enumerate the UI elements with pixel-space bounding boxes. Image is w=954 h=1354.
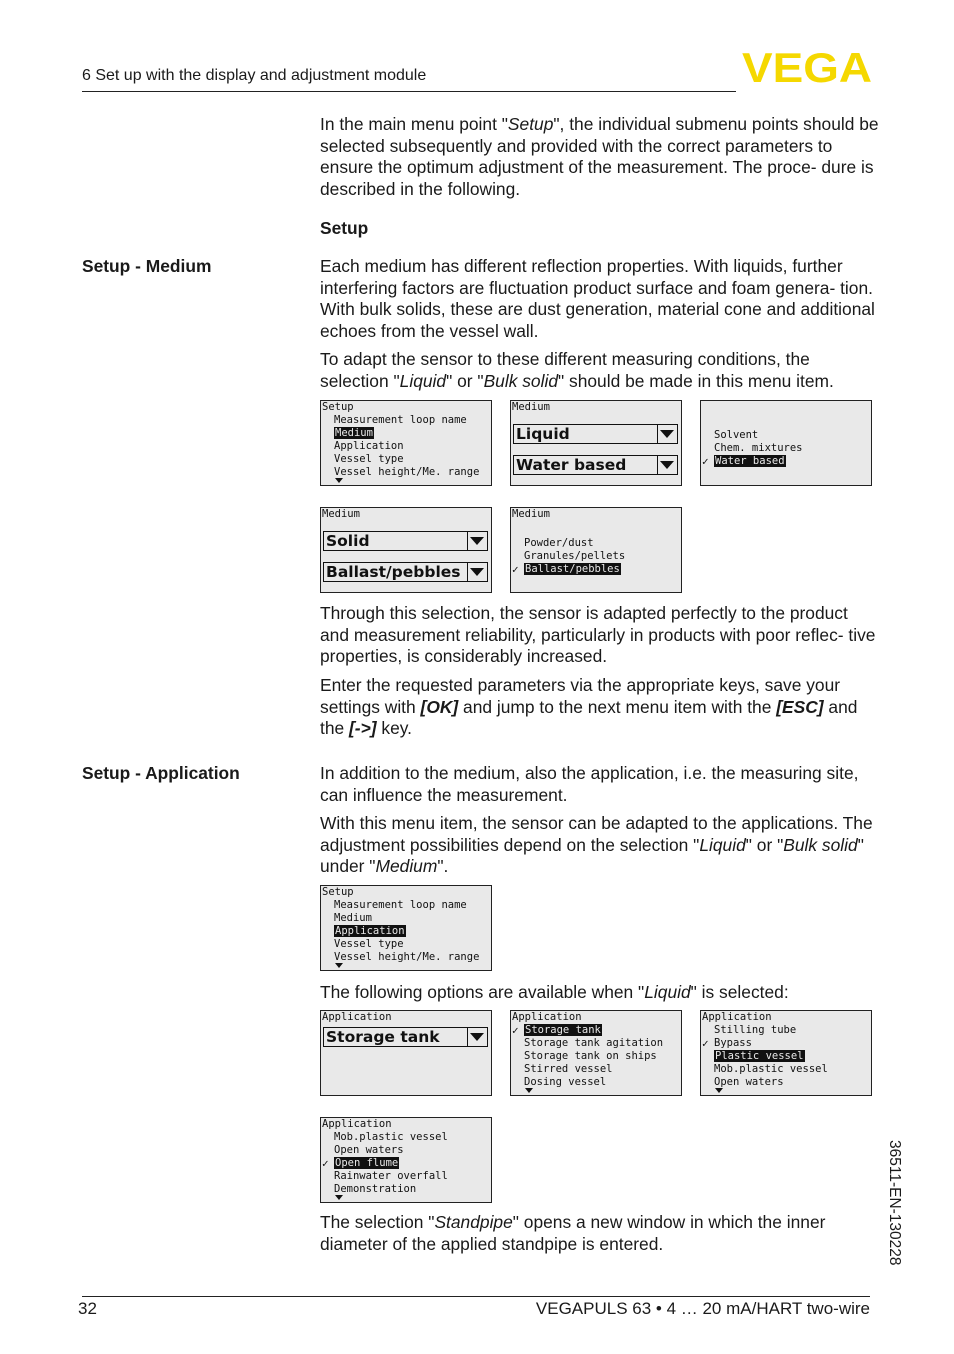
lcd-title: Application: [322, 1011, 392, 1023]
lcd-menu-item: Granules/pellets: [524, 550, 626, 562]
medium-paragraph-3: Through this selection, the sensor is ad…: [320, 603, 876, 667]
lcd-menu-item: Medium: [334, 912, 372, 924]
lcd-select-medium-subtype: Water based: [513, 455, 678, 475]
side-label-setup-medium: Setup - Medium: [82, 256, 212, 276]
product-name: VEGAPULS 63 • 4 … 20 mA/HART two-wire: [535, 1299, 870, 1318]
application-paragraph-3: The following options are available when…: [320, 982, 789, 1002]
lcd-title: Setup: [322, 886, 354, 898]
lcd-select-application: Storage tank: [323, 1027, 488, 1047]
logo-text: VEGA: [742, 49, 872, 85]
running-header: 6 Set up with the display and adjustment…: [82, 67, 427, 84]
header-divider: [82, 91, 736, 92]
lcd-application-field: Application Storage tank: [320, 1010, 492, 1096]
lcd-menu-item-selected: Application: [334, 925, 406, 937]
lcd-medium-solid: Medium Solid Ballast/pebbles: [320, 507, 492, 593]
lcd-title: Application: [512, 1011, 582, 1023]
lcd-menu-item: Storage tank on ships: [524, 1050, 657, 1062]
lcd-menu-item: Bypass: [714, 1037, 752, 1049]
side-label-setup-application: Setup - Application: [82, 763, 240, 783]
lcd-menu-item-selected: Ballast/pebbles: [524, 563, 621, 575]
lcd-menu-item: Mob.plastic vessel: [714, 1063, 828, 1075]
lcd-menu-item: Demonstration: [334, 1183, 417, 1195]
application-paragraph-4: The selection "Standpipe" opens a new wi…: [320, 1212, 826, 1254]
scroll-down-icon: [335, 1195, 343, 1200]
lcd-menu-item: Application: [334, 440, 404, 452]
lcd-menu-item: Stilling tube: [714, 1024, 797, 1036]
lcd-menu-item-selected: Water based: [714, 455, 786, 467]
lcd-application-list-2: Application Stilling tube ✓ Bypass Plast…: [700, 1010, 872, 1096]
lcd-menu-item: Measurement loop name: [334, 899, 467, 911]
lcd-menu-item-selected: Open flume: [334, 1157, 400, 1169]
checkmark-icon: ✓: [702, 1037, 709, 1050]
lcd-application-list-3: Application Mob.plastic vessel Open wate…: [320, 1117, 492, 1203]
lcd-menu-item: Powder/dust: [524, 537, 594, 549]
lcd-setup-menu-medium: Setup Measurement loop name Medium Appli…: [320, 400, 492, 486]
lcd-menu-item: Vessel height/Me. range: [334, 951, 480, 963]
lcd-title: Medium: [512, 401, 550, 413]
lcd-application-list-1: Application ✓ Storage tank Storage tank …: [510, 1010, 682, 1096]
medium-paragraph-4: Enter the requested parameters via the a…: [320, 675, 858, 739]
application-paragraph-2: With this menu item, the sensor can be a…: [320, 813, 873, 877]
lcd-menu-item: Measurement loop name: [334, 414, 467, 426]
checkmark-icon: ✓: [512, 1024, 519, 1037]
checkmark-icon: ✓: [322, 1157, 329, 1170]
lcd-title: Medium: [322, 508, 360, 520]
document-id: 36511-EN-130228: [886, 1140, 903, 1266]
lcd-menu-item: Mob.plastic vessel: [334, 1131, 448, 1143]
lcd-setup-menu-application: Setup Measurement loop name Medium Appli…: [320, 885, 492, 971]
page-number: 32: [78, 1299, 97, 1318]
lcd-menu-item: Rainwater overfall: [334, 1170, 448, 1182]
dropdown-arrow-icon: [467, 1028, 487, 1046]
lcd-menu-item: Dosing vessel: [524, 1076, 607, 1088]
lcd-title: Application: [702, 1011, 772, 1023]
lcd-menu-item: Vessel height/Me. range: [334, 466, 480, 478]
lcd-medium-liquid: Medium Liquid Water based: [510, 400, 682, 486]
checkmark-icon: ✓: [512, 563, 519, 576]
scroll-down-icon: [335, 478, 343, 483]
lcd-menu-item: Chem. mixtures: [714, 442, 803, 454]
lcd-menu-item-selected: Storage tank: [524, 1024, 602, 1036]
scroll-down-icon: [715, 1088, 723, 1093]
footer-divider: [82, 1296, 870, 1297]
checkmark-icon: ✓: [702, 455, 709, 468]
lcd-medium-solid-list: Medium Powder/dust Granules/pellets ✓ Ba…: [510, 507, 682, 593]
lcd-select-medium-subtype: Ballast/pebbles: [323, 562, 488, 582]
lcd-menu-item: Vessel type: [334, 938, 404, 950]
lcd-title: Medium: [512, 508, 550, 520]
vega-logo: VEGA: [742, 49, 872, 85]
medium-paragraph-2: To adapt the sensor to these different m…: [320, 349, 834, 391]
lcd-menu-item: Open waters: [714, 1076, 784, 1088]
lcd-menu-item-selected: Plastic vessel: [714, 1050, 805, 1062]
medium-paragraph-1: Each medium has different reflection pro…: [320, 256, 875, 341]
section-heading-setup: Setup: [320, 218, 369, 238]
lcd-title: Application: [322, 1118, 392, 1130]
lcd-menu-item: Solvent: [714, 429, 759, 441]
lcd-medium-liquid-list: Solvent Chem. mixtures ✓ Water based: [700, 400, 872, 486]
lcd-menu-item-selected: Medium: [334, 427, 374, 439]
lcd-title: Setup: [322, 401, 354, 413]
lcd-select-medium-type: Solid: [323, 531, 488, 551]
dropdown-arrow-icon: [657, 456, 677, 474]
scroll-down-icon: [335, 963, 343, 968]
lcd-menu-item: Open waters: [334, 1144, 404, 1156]
lcd-menu-item: Stirred vessel: [524, 1063, 613, 1075]
dropdown-arrow-icon: [467, 563, 487, 581]
dropdown-arrow-icon: [657, 425, 677, 443]
intro-paragraph: In the main menu point "Setup", the indi…: [320, 114, 879, 199]
dropdown-arrow-icon: [467, 532, 487, 550]
lcd-menu-item: Vessel type: [334, 453, 404, 465]
scroll-down-icon: [525, 1088, 533, 1093]
lcd-select-medium-type: Liquid: [513, 424, 678, 444]
lcd-menu-item: Storage tank agitation: [524, 1037, 664, 1049]
application-paragraph-1: In addition to the medium, also the appl…: [320, 763, 859, 805]
